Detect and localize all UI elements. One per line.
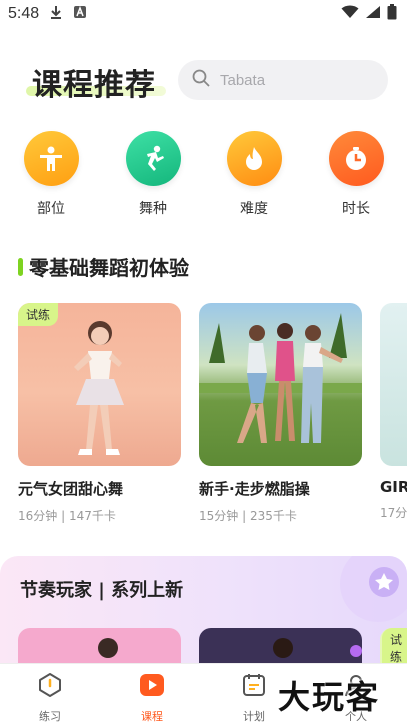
course-thumbnail xyxy=(199,303,362,466)
body-icon xyxy=(23,131,79,186)
category-label: 时长 xyxy=(342,201,370,217)
search-placeholder: Tabata xyxy=(220,71,266,89)
course-name: 元气女团甜心舞 xyxy=(18,480,124,498)
battery-icon xyxy=(387,4,397,24)
course-name: GIRL xyxy=(380,478,407,496)
series-title: 节奏玩家 | 系列上新 xyxy=(20,580,184,601)
page-title: 课程推荐 xyxy=(32,68,156,103)
dancer-illustration xyxy=(74,321,124,455)
tab-label: 计划 xyxy=(243,710,265,723)
practice-icon xyxy=(37,672,63,702)
course-carousel[interactable]: 试练 元气女团甜心舞 16分钟 | 147千卡 新手·走步燃脂操 15分钟 | … xyxy=(0,303,407,533)
header: 课程推荐 Tabata xyxy=(0,56,407,104)
status-time: 5:48 xyxy=(8,5,40,22)
wifi-icon xyxy=(341,5,359,23)
course-card[interactable]: GIRL 17分 xyxy=(380,303,407,521)
tab-label: 课程 xyxy=(141,710,163,723)
category-dance-style[interactable]: 舞种 xyxy=(113,131,193,218)
category-row: 部位 舞种 难度 时长 xyxy=(0,131,407,221)
section-header: 零基础舞蹈初体验 xyxy=(18,252,189,281)
category-label: 部位 xyxy=(37,201,65,217)
signal-icon xyxy=(365,5,381,23)
plan-icon xyxy=(241,672,267,702)
dancers-illustration xyxy=(199,313,362,443)
course-meta: 15分钟 | 235千卡 xyxy=(199,509,297,523)
course-card[interactable]: 新手·走步燃脂操 15分钟 | 235千卡 xyxy=(199,303,362,524)
course-thumbnail: 试练 xyxy=(18,303,181,466)
trial-badge: 试练 xyxy=(18,303,59,326)
course-thumbnail xyxy=(380,303,407,466)
flame-icon xyxy=(226,131,282,186)
search-input[interactable]: Tabata xyxy=(178,60,388,100)
status-bar: 5:48 xyxy=(0,0,407,28)
category-body-part[interactable]: 部位 xyxy=(11,131,91,218)
dance-icon xyxy=(125,131,181,186)
trial-badge: 试练 xyxy=(382,628,407,668)
course-name: 新手·走步燃脂操 xyxy=(199,480,310,498)
download-icon xyxy=(49,5,63,23)
category-label: 难度 xyxy=(240,201,268,217)
category-difficulty[interactable]: 难度 xyxy=(214,131,294,218)
category-label: 舞种 xyxy=(139,201,167,217)
tab-courses[interactable]: 课程 xyxy=(122,672,182,724)
section-title: 零基础舞蹈初体验 xyxy=(29,256,189,280)
watermark: 大玩客 xyxy=(278,678,381,716)
tab-practice[interactable]: 练习 xyxy=(20,672,80,724)
search-icon xyxy=(192,69,210,91)
course-meta: 17分 xyxy=(380,506,407,520)
course-meta: 16分钟 | 147千卡 xyxy=(18,509,116,523)
course-icon xyxy=(139,672,165,702)
section-accent-bar xyxy=(18,257,23,276)
app-notification-icon xyxy=(73,5,87,23)
clock-icon xyxy=(328,131,384,186)
tab-label: 练习 xyxy=(39,710,61,723)
course-card[interactable]: 试练 元气女团甜心舞 16分钟 | 147千卡 xyxy=(18,303,181,524)
tab-plan[interactable]: 计划 xyxy=(224,672,284,724)
category-duration[interactable]: 时长 xyxy=(316,131,396,218)
